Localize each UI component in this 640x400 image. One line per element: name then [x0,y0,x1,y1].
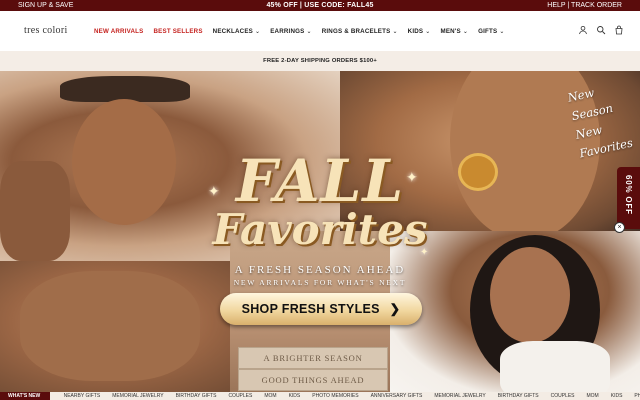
shipping-banner: FREE 2-DAY SHIPPING ORDERS $100+ [0,51,640,71]
nav-item-label: GIFTS [478,28,498,35]
category-link[interactable]: PHOTO MEMORIES [312,392,358,400]
header-icons [578,25,624,35]
category-link[interactable]: KIDS [289,392,301,400]
help-track-links[interactable]: HELP | TRACK ORDER [547,0,622,11]
category-whats-new[interactable]: WHAT'S NEW [0,392,51,400]
nav-item-new-arrivals[interactable]: NEW ARRIVALS [94,28,144,35]
category-link[interactable]: ANNIVERSARY GIFTS [371,392,423,400]
close-icon[interactable]: × [614,222,625,233]
book-2: GOOD THINGS AHEAD [238,369,388,391]
site-logo[interactable]: tres colori [24,25,68,36]
shop-fresh-styles-button[interactable]: SHOP FRESH STYLES ❯ [220,293,422,325]
nav-item-kids[interactable]: KIDS ⌄ [408,28,431,35]
category-link[interactable]: COUPLES [228,392,252,400]
nav-item-men-s[interactable]: MEN'S ⌄ [441,28,469,35]
discount-side-tab[interactable]: 60% OFF [617,167,640,229]
nav-item-gifts[interactable]: GIFTS ⌄ [478,28,504,35]
nav-item-label: NECKLACES [212,28,253,35]
hero-tagline: A FRESH SEASON AHEAD [234,264,406,276]
category-link[interactable]: COUPLES [551,392,575,400]
chevron-down-icon: ⌄ [462,29,469,35]
main-nav: NEW ARRIVALS BEST SELLERS NECKLACES ⌄ EARRIN… [94,28,515,35]
chevron-down-icon: ⌄ [499,29,505,35]
chevron-down-icon: ⌄ [254,29,261,35]
category-link[interactable]: NEARBY GIFTS [64,392,101,400]
category-link[interactable]: BIRTHDAY GIFTS [176,392,217,400]
chevron-down-icon: ⌄ [306,29,312,35]
hero-subtagline: NEW ARRIVALS FOR WHAT'S NEXT [233,278,407,287]
discount-tab-label: 60% OFF [624,175,633,215]
promo-code-text: 45% OFF | USE CODE: FALL45 [266,2,374,9]
nav-item-best-sellers[interactable]: BEST SELLERS [154,28,203,35]
chevron-down-icon: ⌄ [392,29,398,35]
chevron-down-icon: ⌄ [425,29,431,35]
chevron-right-icon: ❯ [389,302,401,316]
category-link[interactable]: BIRTHDAY GIFTS [498,392,539,400]
hero-banner[interactable]: A BRIGHTER SEASON GOOD THINGS AHEAD ✦ ✦ … [0,71,640,392]
category-link[interactable]: MEMORIAL JEWELRY [112,392,163,400]
nav-item-earrings[interactable]: EARRINGS ⌄ [270,28,312,35]
category-link[interactable]: MOM [264,392,276,400]
nav-item-label: RINGS & BRACELETS [321,28,391,35]
account-icon[interactable] [578,25,588,35]
category-link[interactable]: MOM [587,392,599,400]
nav-item-label: MEN'S [440,28,461,35]
category-link[interactable]: MEMORIAL JEWELRY [434,392,485,400]
nav-item-necklaces[interactable]: NECKLACES ⌄ [213,28,261,35]
category-link[interactable]: PHOTO MEMORIES [634,392,640,400]
book-1: A BRIGHTER SEASON [238,347,388,369]
site-header: tres colori NEW ARRIVALS BEST SELLERS NECK… [0,11,640,51]
announcement-bar: SIGN UP & SAVE 45% OFF | USE CODE: FALL4… [0,0,640,11]
cta-label: SHOP FRESH STYLES [241,302,380,316]
nav-item-label: KIDS [407,28,424,35]
hero-title-favorites: Favorites [212,205,428,254]
nav-item-rings-bracelets[interactable]: RINGS & BRACELETS ⌄ [322,28,398,35]
nav-item-label: NEW ARRIVALS [94,28,144,35]
nav-item-label: BEST SELLERS [153,28,203,35]
cart-icon[interactable] [614,25,624,35]
category-link[interactable]: KIDS [611,392,623,400]
nav-item-label: EARRINGS [270,28,305,35]
search-icon[interactable] [596,25,606,35]
category-strip: WHAT'S NEW NEARBY GIFTS MEMORIAL JEWELRY B… [0,392,640,400]
